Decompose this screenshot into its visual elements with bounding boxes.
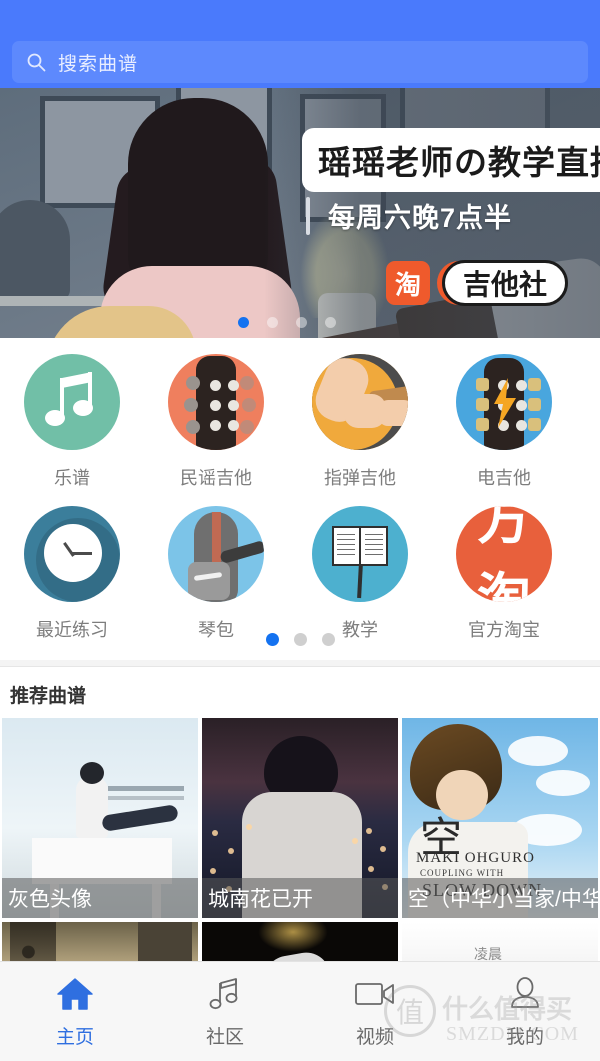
banner-divider (306, 196, 310, 235)
promo-banner[interactable]: 瑶瑶老师の教学直播 每周六晚7点半 淘 吉他社 (0, 88, 600, 338)
taobao-icon: 淘 (386, 261, 430, 305)
banner-dot-1[interactable] (238, 317, 249, 328)
sheet-card[interactable]: 灰色头像 (2, 718, 198, 918)
taobao-glyph: 官方淘宝 (477, 506, 531, 602)
clock-icon (24, 506, 120, 602)
category-item-fingerstyle-guitar[interactable]: 指弹吉他 (288, 354, 432, 490)
tab-profile[interactable]: 我的 (450, 962, 600, 1061)
gig-bag-icon (168, 506, 264, 602)
tab-label: 视频 (355, 1027, 394, 1048)
recommended-row-1: 灰色头像 城南花已开 空 MAKI OHGURO COUPLING WITH 空… (0, 718, 600, 918)
grid-dot-3[interactable] (321, 633, 335, 646)
home-icon (55, 974, 95, 1014)
banner-subtitle: 每周六晚7点半 (328, 203, 513, 233)
music-note-icon (24, 354, 120, 450)
tab-label: 社区 (205, 1027, 244, 1048)
recommended-section: 推荐曲谱 灰色头像 城南花已开 空 MAKI OHGURO COUPLING W… (0, 666, 600, 1022)
music-note-icon (207, 974, 243, 1014)
category-item-teaching[interactable]: 教学 (288, 506, 432, 642)
banner-brand: 淘 吉他社 (386, 260, 569, 306)
sheet-card[interactable]: 城南花已开 (202, 718, 398, 918)
category-item-official-taobao[interactable]: 官方淘宝 官方淘宝 (432, 506, 576, 642)
tab-home[interactable]: 主页 (0, 962, 150, 1061)
sheet-card[interactable]: 空 MAKI OHGURO COUPLING WITH SLOW DOWN 空（… (402, 718, 598, 918)
banner-dot-2[interactable] (267, 317, 278, 328)
acoustic-guitar-headstock-icon (168, 354, 264, 450)
search-icon (26, 52, 46, 72)
taobao-icon: 官方淘宝 (456, 506, 552, 602)
search-input[interactable]: 搜索曲谱 (12, 41, 588, 83)
grid-dot-1[interactable] (265, 633, 279, 646)
banner-pagination[interactable] (238, 317, 336, 328)
music-stand-icon (312, 506, 408, 602)
banner-brand-name: 吉他社 (442, 260, 569, 306)
card-title: 城南花已开 (202, 878, 398, 918)
video-camera-icon (354, 974, 396, 1014)
search-placeholder: 搜索曲谱 (58, 53, 139, 75)
card-art-coupling: COUPLING WITH (420, 868, 505, 878)
fingerstyle-guitar-icon (312, 354, 408, 450)
tab-video[interactable]: 视频 (300, 962, 450, 1061)
banner-title: 瑶瑶老师の教学直播 (306, 132, 600, 188)
bottom-tab-bar: 主页 社区 视频 我的 (0, 961, 600, 1061)
category-item-electric-guitar[interactable]: 电吉他 (432, 354, 576, 490)
section-title: 推荐曲谱 (10, 686, 87, 707)
banner-dot-4[interactable] (325, 317, 336, 328)
category-label: 电吉他 (477, 468, 531, 488)
app-header: 搜索曲谱 (0, 0, 600, 88)
banner-subtitle-row: 每周六晚7点半 (306, 196, 512, 235)
category-grid: 乐谱 民谣吉他 指弹吉他 电吉他 最近练习 琴包 教学 方淘 官方淘宝 (0, 338, 600, 660)
person-icon (507, 974, 543, 1014)
category-grid-row-2: 最近练习 琴包 教学 方淘 官方淘宝 (0, 490, 600, 642)
electric-guitar-headstock-icon (456, 354, 552, 450)
card-title: 空（中华小当家/中华一番 (402, 878, 598, 918)
category-label: 指弹吉他 (324, 468, 396, 488)
category-grid-row-1: 乐谱 民谣吉他 指弹吉他 电吉他 (0, 338, 600, 490)
category-item-recent-practice[interactable]: 最近练习 (0, 506, 144, 642)
tab-community[interactable]: 社区 (150, 962, 300, 1061)
category-label: 民谣吉他 (180, 468, 252, 488)
category-item-gig-bag[interactable]: 琴包 (144, 506, 288, 642)
category-item-sheet-music[interactable]: 乐谱 (0, 354, 144, 490)
category-label: 乐谱 (54, 468, 90, 488)
category-item-folk-guitar[interactable]: 民谣吉他 (144, 354, 288, 490)
tab-label: 主页 (55, 1027, 94, 1048)
app-root: 搜索曲谱 瑶瑶老师の教学直播 每周六晚7点半 淘 吉他社 乐谱 民谣吉他 指弹吉… (0, 0, 600, 1061)
card-title: 灰色头像 (2, 878, 198, 918)
tab-label: 我的 (505, 1027, 544, 1048)
grid-dot-2[interactable] (293, 633, 307, 646)
banner-dot-3[interactable] (296, 317, 307, 328)
grid-pagination[interactable] (0, 633, 600, 646)
card-art-artist: MAKI OHGURO (416, 850, 535, 866)
